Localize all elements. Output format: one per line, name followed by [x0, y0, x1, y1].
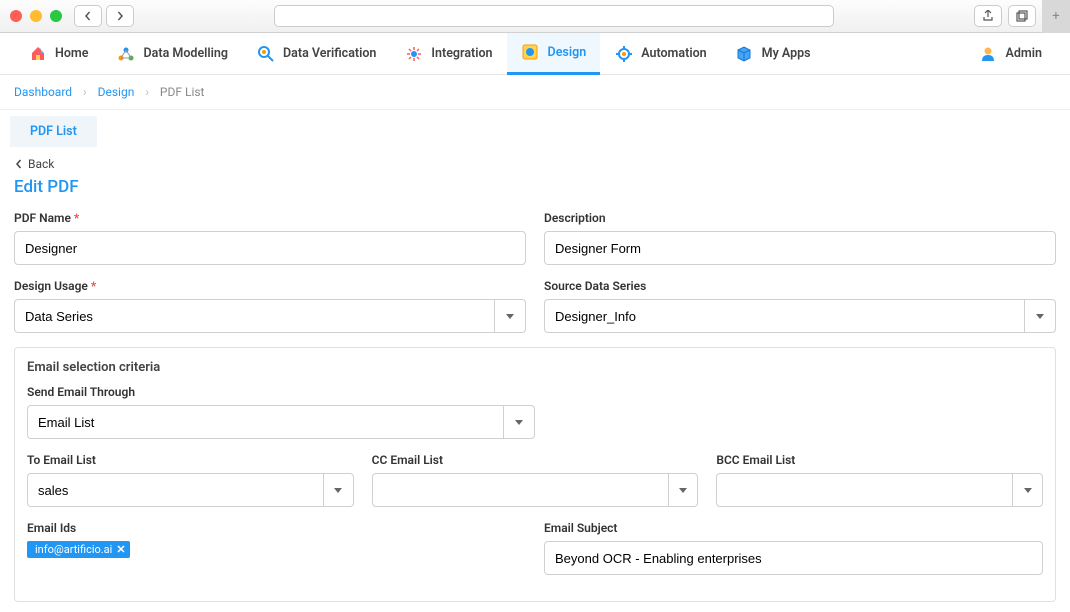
email-tag: info@artificio.ai ✕: [27, 541, 130, 558]
pdf-name-input[interactable]: [14, 231, 526, 265]
description-input[interactable]: [544, 231, 1056, 265]
caret-down-icon: [515, 420, 523, 425]
caret-down-icon: [334, 488, 342, 493]
cc-email-dropdown-button[interactable]: [668, 473, 699, 507]
window-controls: [10, 10, 62, 22]
caret-down-icon: [1036, 314, 1044, 319]
back-button[interactable]: Back: [14, 157, 54, 171]
magnifier-icon: [256, 44, 275, 63]
caret-down-icon: [506, 314, 514, 319]
integration-icon: [404, 44, 423, 63]
crumb-current: PDF List: [160, 85, 205, 99]
send-email-through-dropdown-button[interactable]: [503, 405, 535, 439]
source-data-series-dropdown-button[interactable]: [1024, 299, 1056, 333]
maximize-window-icon[interactable]: [50, 10, 62, 22]
nav-home[interactable]: Home: [14, 33, 103, 75]
minimize-window-icon[interactable]: [30, 10, 42, 22]
apps-icon: [735, 44, 754, 63]
to-email-select[interactable]: [27, 473, 323, 507]
crumb-dashboard[interactable]: Dashboard: [14, 85, 72, 99]
gear-icon: [614, 44, 633, 63]
email-section-title: Email selection criteria: [27, 360, 1043, 375]
chevron-left-icon: [14, 159, 24, 169]
nav-integration-label: Integration: [431, 46, 492, 61]
new-tab-button[interactable]: +: [1042, 0, 1070, 33]
nav-admin-label: Admin: [1006, 46, 1042, 61]
source-data-series-label: Source Data Series: [544, 279, 1056, 293]
design-icon: [521, 43, 540, 62]
back-label: Back: [28, 157, 54, 171]
home-icon: [28, 44, 47, 63]
remove-tag-icon[interactable]: ✕: [116, 543, 125, 556]
nav-data-verification-label: Data Verification: [283, 46, 376, 61]
user-icon: [979, 44, 998, 63]
tab-pdf-list[interactable]: PDF List: [10, 116, 97, 147]
network-icon: [117, 44, 136, 63]
page-title: Edit PDF: [14, 177, 1056, 197]
main-nav: Home Data Modelling Data Verification In…: [0, 33, 1070, 75]
tabs-button[interactable]: [1008, 5, 1036, 27]
share-button[interactable]: [974, 5, 1002, 27]
nav-data-verification[interactable]: Data Verification: [242, 33, 390, 75]
nav-home-label: Home: [55, 46, 89, 61]
email-subject-input[interactable]: [544, 541, 1043, 575]
nav-buttons: [74, 5, 134, 27]
email-ids-label: Email Ids: [27, 521, 526, 535]
nav-design[interactable]: Design: [507, 33, 601, 75]
nav-admin[interactable]: Admin: [965, 33, 1056, 75]
close-window-icon[interactable]: [10, 10, 22, 22]
url-bar[interactable]: [274, 5, 834, 27]
email-section: Email selection criteria Send Email Thro…: [14, 347, 1056, 602]
forward-browser-button[interactable]: [106, 5, 134, 27]
design-usage-dropdown-button[interactable]: [494, 299, 526, 333]
chevron-right-icon: ›: [145, 85, 149, 99]
description-label: Description: [544, 211, 1056, 225]
nav-design-label: Design: [548, 45, 587, 60]
nav-my-apps[interactable]: My Apps: [721, 33, 825, 75]
main-content: Back Edit PDF PDF Name Description Desig…: [0, 147, 1070, 612]
subtab-bar: PDF List: [0, 110, 1070, 147]
source-data-series-select[interactable]: [544, 299, 1024, 333]
nav-integration[interactable]: Integration: [390, 33, 506, 75]
nav-data-modelling[interactable]: Data Modelling: [103, 33, 243, 75]
send-email-through-label: Send Email Through: [27, 385, 1043, 399]
nav-automation[interactable]: Automation: [600, 33, 720, 75]
to-email-dropdown-button[interactable]: [323, 473, 354, 507]
to-email-label: To Email List: [27, 453, 354, 467]
send-email-through-select[interactable]: [27, 405, 503, 439]
browser-chrome: +: [0, 0, 1070, 33]
pdf-name-label: PDF Name: [14, 211, 526, 225]
bcc-email-label: BCC Email List: [716, 453, 1043, 467]
email-subject-label: Email Subject: [544, 521, 1043, 535]
cc-email-select[interactable]: [372, 473, 668, 507]
nav-automation-label: Automation: [641, 46, 706, 61]
cc-email-label: CC Email List: [372, 453, 699, 467]
bcc-email-select[interactable]: [716, 473, 1012, 507]
design-usage-select[interactable]: [14, 299, 494, 333]
chevron-right-icon: ›: [83, 85, 87, 99]
crumb-design[interactable]: Design: [98, 85, 135, 99]
bcc-email-dropdown-button[interactable]: [1012, 473, 1043, 507]
email-tag-text: info@artificio.ai: [35, 543, 112, 556]
design-usage-label: Design Usage: [14, 279, 526, 293]
back-browser-button[interactable]: [74, 5, 102, 27]
caret-down-icon: [679, 488, 687, 493]
breadcrumb: Dashboard › Design › PDF List: [0, 75, 1070, 110]
nav-data-modelling-label: Data Modelling: [144, 46, 229, 61]
caret-down-icon: [1024, 488, 1032, 493]
nav-my-apps-label: My Apps: [762, 46, 811, 61]
